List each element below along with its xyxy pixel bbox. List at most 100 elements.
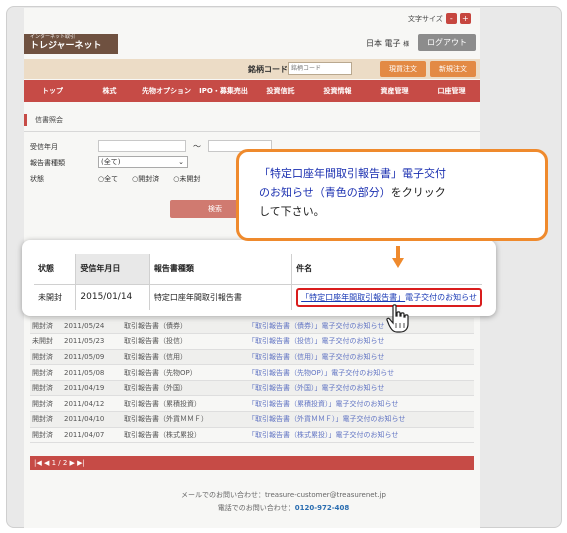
row-type: 取引報告書（先物OP） <box>122 364 246 381</box>
user-name-text: 日本 電子 <box>366 39 401 48</box>
table-row: 開封済 2011/04/10 取引報告書（外貨ＭＭＦ） 「取引報告書（外貨ＭＭＦ… <box>30 411 474 428</box>
row-subject-link[interactable]: 「取引報告書（信用）」電子交付のお知らせ <box>246 349 474 366</box>
row-date: 2011/04/10 <box>62 411 122 428</box>
row-subject-link[interactable]: 「取引報告書（外国）」電子交付のお知らせ <box>246 380 474 397</box>
nav-top[interactable]: トップ <box>24 80 81 102</box>
row-type: 取引報告書（投信） <box>122 333 246 350</box>
row-status: 開封済 <box>30 380 62 397</box>
hand-cursor-icon <box>386 304 409 333</box>
row-subject-link[interactable]: 「取引報告書（累積投資）」電子交付のお知らせ <box>246 395 474 413</box>
table-row: 開封済 2011/04/19 取引報告書（外国） 「取引報告書（外国）」電子交付… <box>30 380 474 397</box>
logout-button[interactable]: ログアウト <box>418 34 476 51</box>
user-name: 日本 電子 様 <box>366 38 409 49</box>
row-subject-link[interactable]: 「取引報告書（先物OP）」電子交付のお知らせ <box>246 364 474 381</box>
footer-phone-label: 電話でのお問い合わせ： <box>217 504 295 512</box>
status-radio-all[interactable]: ○全て <box>98 174 118 184</box>
status-radio-unopened[interactable]: ○未開封 <box>173 174 200 184</box>
highlight-date: 2015/01/14 <box>75 284 150 310</box>
specific-account-report-link-text: 「特定口座年間取引報告書」 <box>301 292 406 302</box>
stock-code-bar: 銘柄コード 現買注文 新規注文 <box>24 59 480 79</box>
instruction-line2a: のお知らせ <box>259 186 314 199</box>
logo-title: トレジャーネット <box>30 41 102 51</box>
instruction-line1: 「特定口座年間取引報告書」電子交付 <box>259 167 446 180</box>
row-status: 開封済 <box>30 364 62 381</box>
pagination[interactable]: |◀ ◀ 1 / 2 ▶ ▶| <box>30 456 474 470</box>
chevron-down-icon: ⌄ <box>178 158 184 166</box>
nav-account-management[interactable]: 口座管理 <box>423 80 480 102</box>
nav-asset-management[interactable]: 資産管理 <box>366 80 423 102</box>
received-label: 受信年月 <box>30 143 58 151</box>
row-status: 開封済 <box>30 395 62 413</box>
type-select-value: (全て) <box>101 158 121 166</box>
highlight-header-row: 状態 受信年月日 報告書種類 件名 <box>34 254 482 285</box>
font-smaller-button[interactable]: - <box>445 13 457 24</box>
status-radios: ○全て ○開封済 ○未開封 <box>98 174 200 184</box>
nav-futures-options[interactable]: 先物オプション <box>138 80 195 102</box>
instruction-text: 「特定口座年間取引報告書」電子交付 のお知らせ（青色の部分）をクリック して下さ… <box>259 164 539 221</box>
col-date-header: 受信年月日 <box>75 254 150 285</box>
received-from-field[interactable] <box>98 140 186 152</box>
status-radio-opened[interactable]: ○開封済 <box>132 174 159 184</box>
table-row: 開封済 2011/04/12 取引報告書（累積投資） 「取引報告書（累積投資）」… <box>30 395 474 413</box>
row-status: 未開封 <box>30 333 62 350</box>
instruction-callout: 「特定口座年間取引報告書」電子交付 のお知らせ（青色の部分）をクリック して下さ… <box>236 149 548 241</box>
row-subject-link[interactable]: 「取引報告書（投信）」電子交付のお知らせ <box>246 333 474 350</box>
nav-stocks[interactable]: 株式 <box>81 80 138 102</box>
highlight-type: 特定口座年間取引報告書 <box>149 284 293 310</box>
logo[interactable]: インターネット取引 トレジャーネット <box>24 34 118 54</box>
footer-mail: メールでのお問い合わせ：treasure-customer@treasurene… <box>181 491 386 499</box>
genbutsu-order-button[interactable]: 現買注文 <box>380 61 426 77</box>
row-date: 2011/04/19 <box>62 380 122 397</box>
highlight-status: 未開封 <box>34 284 77 310</box>
row-subject-link[interactable]: 「取引報告書（債券）」電子交付のお知らせ <box>246 318 474 335</box>
type-label: 報告書種類 <box>30 159 65 167</box>
font-larger-button[interactable]: + <box>459 13 471 24</box>
instruction-line2b: （青色の部分） <box>313 186 391 199</box>
instruction-line2c: をクリック <box>390 186 446 199</box>
table-row: 開封済 2011/05/09 取引報告書（信用） 「取引報告書（信用）」電子交付… <box>30 349 474 366</box>
arrow-down-icon <box>392 246 404 268</box>
row-date: 2011/05/24 <box>62 318 122 335</box>
table-row: 開封済 2011/04/07 取引報告書（株式累投） 「取引報告書（株式累投）」… <box>30 427 474 444</box>
row-type: 取引報告書（株式累投） <box>122 427 246 444</box>
range-tilde: ～ <box>193 142 201 151</box>
logo-subtitle: インターネット取引 <box>30 34 76 40</box>
row-status: 開封済 <box>30 427 62 444</box>
new-order-button[interactable]: 新規注文 <box>430 61 476 77</box>
instruction-line3: して下さい。 <box>259 205 325 218</box>
row-status: 開封済 <box>30 411 62 428</box>
stock-code-input[interactable] <box>288 62 352 75</box>
row-date: 2011/05/23 <box>62 333 122 350</box>
nav-ipo[interactable]: IPO・募集売出 <box>195 80 252 102</box>
font-size-control: 文字サイズ - + <box>408 13 471 24</box>
row-date: 2011/04/12 <box>62 395 122 413</box>
main-nav: トップ 株式 先物オプション IPO・募集売出 投資信託 投資情報 資産管理 口… <box>24 80 480 102</box>
row-status: 開封済 <box>30 318 62 335</box>
col-subject-header: 件名 <box>291 254 482 285</box>
divider <box>24 131 480 132</box>
nav-investment-info[interactable]: 投資情報 <box>309 80 366 102</box>
row-type: 取引報告書（累積投資） <box>122 395 246 413</box>
page-title: 信書照会 <box>24 114 480 126</box>
instruction-line2: のお知らせ（青色の部分）をクリック <box>259 183 539 202</box>
row-type: 取引報告書（外国） <box>122 380 246 397</box>
specific-account-report-link-tail: 電子交付のお知らせ <box>405 292 477 302</box>
row-status: 開封済 <box>30 349 62 366</box>
stock-code-label: 銘柄コード <box>248 65 288 74</box>
row-type: 取引報告書（外貨ＭＭＦ） <box>122 411 246 428</box>
font-size-label: 文字サイズ <box>408 14 443 23</box>
row-subject-link[interactable]: 「取引報告書（株式累投）」電子交付のお知らせ <box>246 427 474 444</box>
col-status-header: 状態 <box>34 254 77 285</box>
row-date: 2011/04/07 <box>62 427 122 444</box>
type-select[interactable]: (全て) ⌄ <box>98 156 188 168</box>
footer-phone: 電話でのお問い合わせ：0120-972-408 <box>0 503 567 513</box>
status-label: 状態 <box>30 175 44 183</box>
table-row: 開封済 2011/05/08 取引報告書（先物OP） 「取引報告書（先物OP）」… <box>30 364 474 381</box>
nav-investment-trust[interactable]: 投資信託 <box>252 80 309 102</box>
row-type: 取引報告書（信用） <box>122 349 246 366</box>
highlight-row: 未開封 2015/01/14 特定口座年間取引報告書 「特定口座年間取引報告書」… <box>34 284 482 310</box>
row-subject-link[interactable]: 「取引報告書（外貨ＭＭＦ）」電子交付のお知らせ <box>246 411 474 428</box>
highlight-table: 状態 受信年月日 報告書種類 件名 未開封 2015/01/14 特定口座年間取… <box>34 254 482 310</box>
footer-phone-number: 0120-972-408 <box>294 504 350 512</box>
row-date: 2011/05/09 <box>62 349 122 366</box>
